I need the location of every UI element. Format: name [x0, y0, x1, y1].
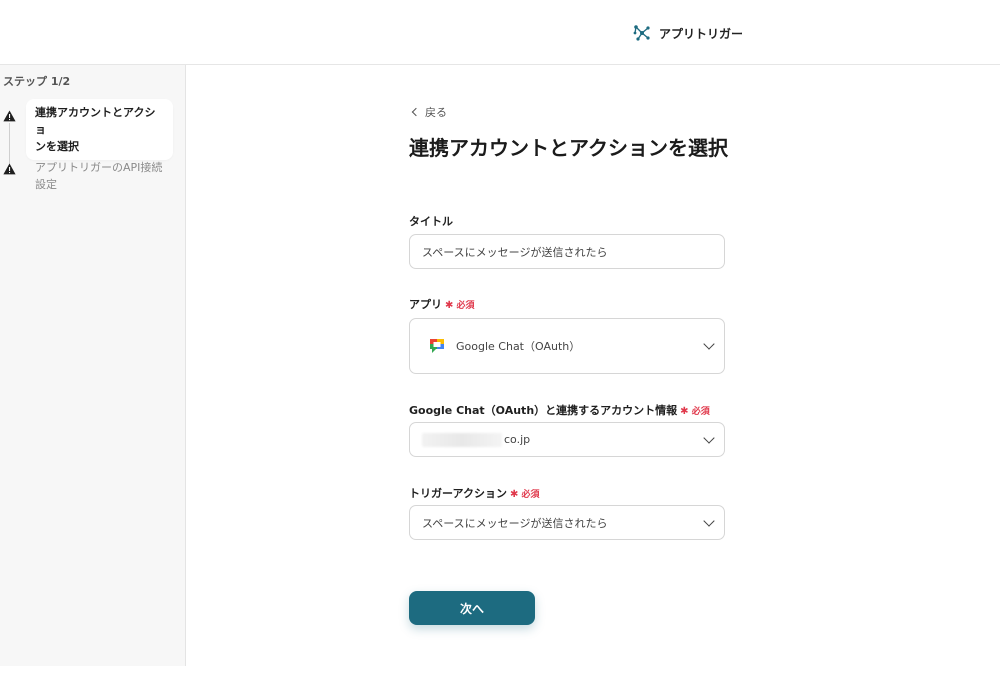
trigger-select-value: スペースにメッセージが送信されたら [422, 516, 608, 530]
required-badge: ✱ 必須 [510, 489, 540, 500]
trigger-label-text: トリガーアクション [409, 487, 508, 500]
step-label: 連携アカウントとアクショ [35, 106, 156, 136]
network-nodes-icon [633, 25, 650, 41]
app-label-text: アプリ [409, 298, 442, 311]
warning-icon [3, 163, 16, 175]
next-button[interactable]: 次へ [409, 591, 535, 625]
sidebar-step-select-account[interactable]: 連携アカウントとアクショ ンを選択 [26, 99, 173, 160]
redacted-account [422, 432, 502, 447]
required-text: 必須 [691, 407, 710, 417]
warning-icon [3, 110, 16, 122]
page-title: 連携アカウントとアクションを選択 [409, 136, 728, 160]
step-label-cont: ンを選択 [35, 140, 79, 153]
title-field-label: タイトル [409, 215, 453, 228]
trigger-field-label: トリガーアクション ✱ 必須 [409, 485, 540, 501]
trigger-action-select[interactable]: スペースにメッセージが送信されたら [409, 505, 725, 540]
brand: アプリトリガー [633, 24, 743, 42]
sidebar-step-api-settings[interactable]: アプリトリガーのAPI接続 設定 [26, 154, 173, 198]
back-label: 戻る [425, 106, 447, 119]
account-field-label: Google Chat（OAuth）と連携するアカウント情報 ✱ 必須 [409, 402, 710, 418]
required-badge: ✱ 必須 [680, 406, 710, 417]
account-label-text: Google Chat（OAuth）と連携するアカウント情報 [409, 404, 678, 417]
brand-name: アプリトリガー [659, 26, 744, 41]
google-chat-icon [430, 339, 444, 353]
app-select[interactable]: Google Chat（OAuth） [409, 318, 725, 374]
required-text: 必須 [456, 301, 475, 311]
step-label: アプリトリガーのAPI接続 [35, 161, 163, 174]
app-field-label: アプリ ✱ 必須 [409, 296, 475, 312]
step-sidebar: ステップ 1/2 連携アカウントとアクショ ンを選択 アプリトリガーのAPI接続… [0, 65, 186, 666]
app-select-value: Google Chat（OAuth） [456, 340, 581, 353]
required-badge: ✱ 必須 [445, 300, 475, 311]
account-select-value: co.jp [504, 433, 531, 446]
title-input-value: スペースにメッセージが送信されたら [422, 245, 608, 259]
chevron-left-icon [411, 107, 421, 117]
required-text: 必須 [521, 490, 540, 500]
back-link[interactable]: 戻る [411, 104, 447, 120]
chevron-down-icon [703, 431, 715, 444]
step-counter: ステップ 1/2 [3, 75, 71, 88]
step-label-cont: 設定 [35, 178, 57, 191]
title-input[interactable]: スペースにメッセージが送信されたら [409, 234, 725, 269]
chevron-down-icon [703, 338, 715, 350]
top-bar: アプリトリガー [0, 0, 1000, 65]
chevron-down-icon [703, 514, 715, 527]
account-select[interactable]: co.jp [409, 422, 725, 457]
